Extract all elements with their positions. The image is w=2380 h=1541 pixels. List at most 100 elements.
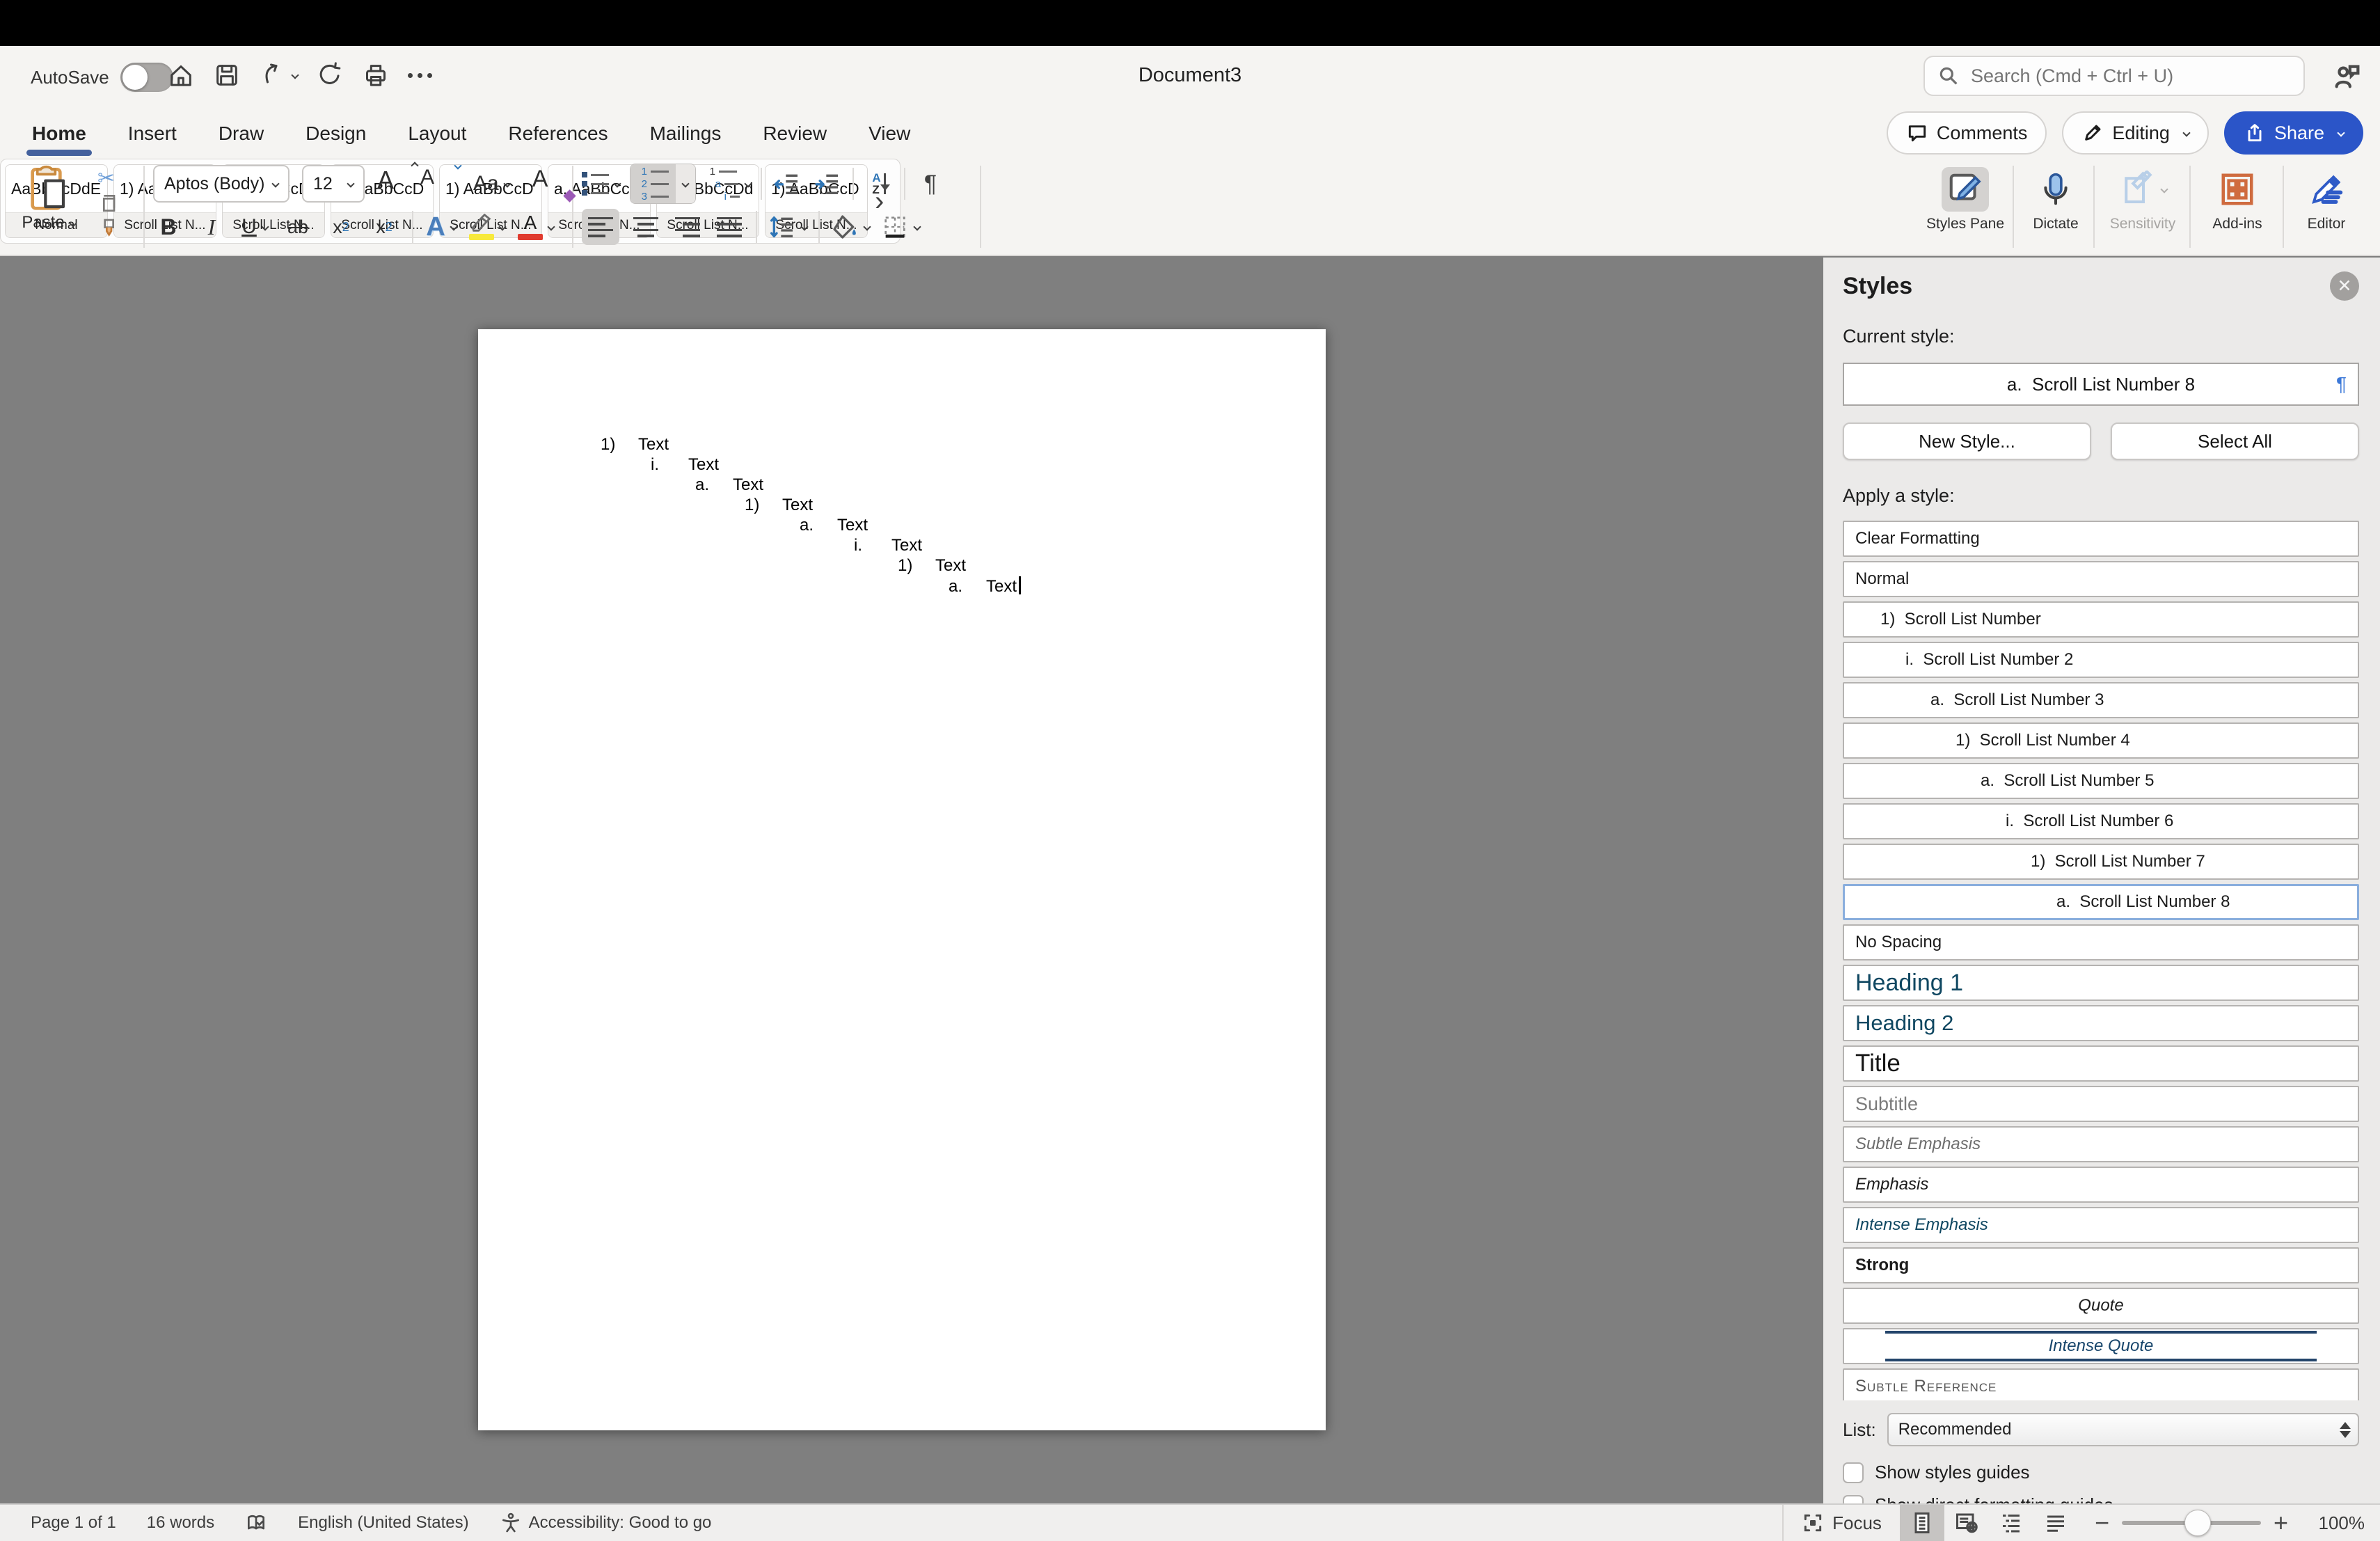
style-option-strong[interactable]: Strong [1843, 1247, 2359, 1283]
add-ins-button[interactable]: Add-ins [2195, 166, 2280, 232]
list-line-4[interactable]: a.Text [478, 516, 1326, 536]
style-option-scroll-list-number-5[interactable]: a. Scroll List Number 5 [1843, 763, 2359, 799]
outline-view-button[interactable] [1989, 1505, 2033, 1541]
tab-references[interactable]: References [507, 120, 609, 148]
style-option-scroll-list-number-8[interactable]: a. Scroll List Number 8 [1843, 884, 2359, 920]
zoom-in-button[interactable]: + [2274, 1510, 2288, 1535]
select-all-button[interactable]: Select All [2111, 422, 2359, 460]
search-box[interactable] [1923, 56, 2305, 96]
font-color-button[interactable]: A [518, 209, 554, 245]
list-line-7[interactable]: a.Text [478, 576, 1326, 596]
style-option-intense-quote[interactable]: Intense Quote [1843, 1328, 2359, 1364]
style-option-scroll-list-number-3[interactable]: a. Scroll List Number 3 [1843, 682, 2359, 718]
word-count[interactable]: 16 words [147, 1513, 214, 1533]
superscript-button[interactable]: x2 [369, 209, 399, 245]
share-button[interactable]: Share [2224, 111, 2363, 155]
style-option-heading-2[interactable]: Heading 2 [1843, 1005, 2359, 1041]
bold-button[interactable]: B [153, 209, 184, 245]
style-option-scroll-list-number-6[interactable]: i. Scroll List Number 6 [1843, 803, 2359, 839]
grow-font-button[interactable]: A [377, 166, 408, 202]
focus-mode-button[interactable]: Focus [1784, 1505, 1900, 1541]
highlight-color-button[interactable] [469, 209, 505, 245]
align-center-button[interactable] [630, 209, 661, 245]
draft-view-button[interactable] [2033, 1505, 2078, 1541]
bullet-list-button[interactable] [582, 166, 620, 202]
web-layout-view-button[interactable] [1944, 1505, 1989, 1541]
new-style-button[interactable]: New Style... [1843, 422, 2091, 460]
comments-button[interactable]: Comments [1887, 111, 2047, 155]
feedback-person-icon[interactable] [2331, 61, 2363, 97]
strikethrough-button[interactable]: ab [283, 209, 313, 245]
list-line-5[interactable]: i.Text [478, 536, 1326, 556]
styles-pane-button[interactable]: Styles Pane [1925, 166, 2006, 232]
format-painter-button[interactable] [97, 216, 120, 241]
text-effects-button[interactable]: A [426, 209, 457, 245]
list-line-2[interactable]: a.Text [478, 475, 1326, 496]
increase-indent-button[interactable] [812, 166, 843, 202]
shading-button[interactable] [831, 209, 870, 245]
decrease-indent-button[interactable] [772, 166, 802, 202]
list-line-0[interactable]: 1)Text [478, 435, 1326, 455]
style-option-subtle-emphasis[interactable]: Subtle Emphasis [1843, 1126, 2359, 1162]
list-line-3[interactable]: 1)Text [478, 496, 1326, 516]
font-name-dropdown[interactable]: Aptos (Body) [153, 165, 289, 203]
style-option-scroll-list-number-7[interactable]: 1) Scroll List Number 7 [1843, 844, 2359, 880]
dictate-button[interactable]: Dictate [2021, 166, 2091, 232]
show-paragraph-marks-button[interactable]: ¶ [915, 166, 946, 202]
zoom-slider-thumb[interactable] [2184, 1510, 2211, 1536]
clear-formatting-button[interactable]: A [532, 166, 563, 202]
zoom-slider[interactable] [2122, 1521, 2261, 1525]
style-option-normal[interactable]: Normal [1843, 561, 2359, 597]
style-option-title[interactable]: Title [1843, 1045, 2359, 1082]
tab-view[interactable]: View [867, 120, 912, 148]
style-option-subtitle[interactable]: Subtitle [1843, 1086, 2359, 1122]
spellcheck-icon[interactable] [245, 1512, 267, 1534]
line-spacing-button[interactable] [768, 209, 807, 245]
style-option-scroll-list-number-2[interactable]: i. Scroll List Number 2 [1843, 642, 2359, 678]
tab-mailings[interactable]: Mailings [649, 120, 723, 148]
align-left-button[interactable] [582, 209, 619, 245]
tab-home[interactable]: Home [31, 120, 88, 148]
zoom-out-button[interactable]: − [2095, 1510, 2109, 1535]
document-page[interactable]: 1)Texti.Texta.Text1)Texta.Texti.Text1)Te… [478, 329, 1326, 1430]
accessibility-status[interactable]: Accessibility: Good to go [500, 1512, 712, 1534]
tab-design[interactable]: Design [304, 120, 367, 148]
subscript-button[interactable]: x2 [326, 209, 356, 245]
zoom-level[interactable]: 100% [2305, 1512, 2365, 1534]
justify-button[interactable] [714, 209, 745, 245]
page-count[interactable]: Page 1 of 1 [31, 1513, 116, 1533]
align-right-button[interactable] [672, 209, 703, 245]
style-option-clear-formatting[interactable]: Clear Formatting [1843, 521, 2359, 557]
language-selector[interactable]: English (United States) [298, 1513, 468, 1533]
style-option-emphasis[interactable]: Emphasis [1843, 1167, 2359, 1203]
font-size-dropdown[interactable]: 12 [302, 165, 365, 203]
cut-button[interactable]: ✂ [97, 166, 120, 191]
close-icon[interactable]: ✕ [2330, 271, 2359, 301]
editing-mode-dropdown[interactable]: Editing [2062, 111, 2209, 155]
current-style-box[interactable]: a. Scroll List Number 8 ¶ [1843, 363, 2359, 406]
numbered-list-menu[interactable] [676, 164, 695, 203]
list-filter-dropdown[interactable]: Recommended [1887, 1413, 2359, 1446]
search-input[interactable] [1969, 65, 2291, 88]
tab-insert[interactable]: Insert [127, 120, 178, 148]
borders-button[interactable] [881, 209, 920, 245]
tab-draw[interactable]: Draw [217, 120, 265, 148]
multilevel-list-button[interactable]: 1 a i [706, 166, 751, 202]
style-option-intense-emphasis[interactable]: Intense Emphasis [1843, 1207, 2359, 1243]
list-line-1[interactable]: i.Text [478, 455, 1326, 475]
style-option-quote[interactable]: Quote [1843, 1288, 2359, 1324]
change-case-button[interactable]: Aa [473, 166, 510, 202]
copy-button[interactable] [97, 191, 120, 216]
style-option-scroll-list-number[interactable]: 1) Scroll List Number [1843, 601, 2359, 638]
list-line-6[interactable]: 1)Text [478, 556, 1326, 576]
checkbox-0[interactable] [1843, 1462, 1864, 1483]
style-option-no-spacing[interactable]: No Spacing [1843, 924, 2359, 961]
print-layout-view-button[interactable] [1900, 1505, 1944, 1541]
shrink-font-button[interactable]: A [420, 166, 451, 202]
tab-review[interactable]: Review [761, 120, 828, 148]
style-option-scroll-list-number-4[interactable]: 1) Scroll List Number 4 [1843, 722, 2359, 759]
paste-button[interactable]: Paste [13, 163, 85, 244]
style-option-heading-1[interactable]: Heading 1 [1843, 965, 2359, 1001]
underline-button[interactable]: U [239, 209, 270, 245]
editor-button[interactable]: Editor [2288, 166, 2365, 232]
